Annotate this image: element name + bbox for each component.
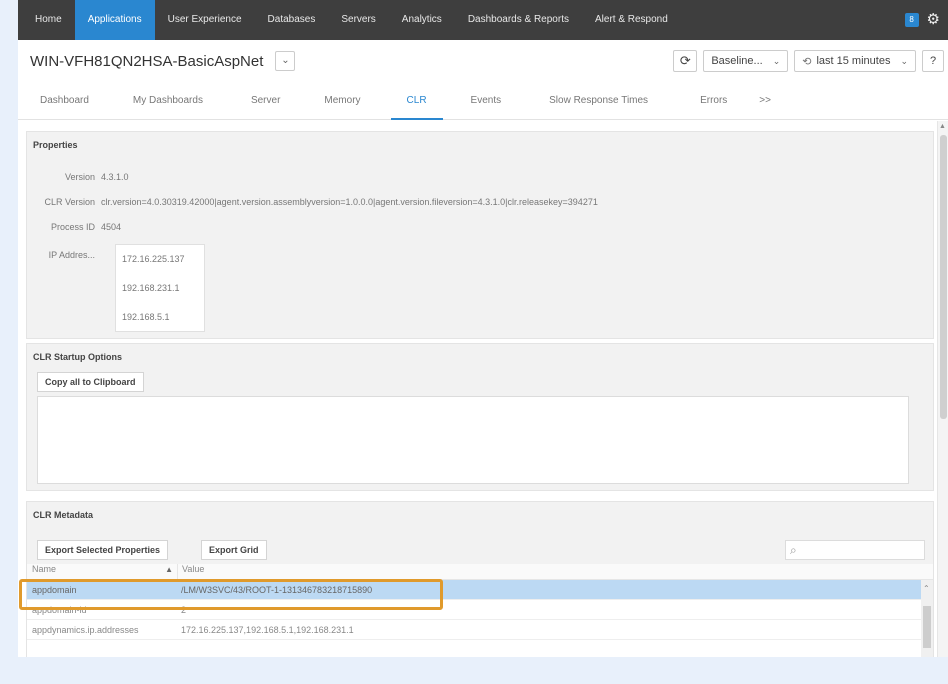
metadata-search-input[interactable]: ⌕ [785, 540, 925, 560]
row-value: 172.16.225.137,192.168.5.1,192.168.231.1 [181, 625, 354, 635]
tab-clr[interactable]: CLR [385, 82, 449, 120]
chevron-down-icon: ⌄ [772, 55, 781, 66]
column-name-label: Name [32, 564, 57, 574]
nav-dashboards-reports[interactable]: Dashboards & Reports [455, 0, 582, 40]
prop-clr-version: CLR Version clr.version=4.0.30319.42000|… [27, 197, 598, 207]
ip-address-list: 172.16.225.137 192.168.231.1 192.168.5.1 [115, 244, 205, 332]
refresh-icon: ⟳ [679, 53, 691, 68]
export-selected-properties-button[interactable]: Export Selected Properties [37, 540, 169, 560]
nav-user-experience[interactable]: User Experience [155, 0, 255, 40]
copy-to-clipboard-button[interactable]: Copy all to Clipboard [37, 372, 144, 392]
chevron-down-icon: ⌄ [281, 55, 290, 66]
sort-ascending-icon: ▲ [165, 565, 173, 574]
time-range-label: last 15 minutes [816, 55, 891, 67]
top-navigation: Home Applications User Experience Databa… [18, 0, 948, 40]
clock-icon: ⟲ [802, 55, 812, 68]
help-button[interactable]: ? [922, 50, 944, 72]
search-icon: ⌕ [790, 543, 797, 557]
grid-scrollbar-thumb[interactable] [923, 606, 931, 648]
prop-process-id: Process ID 4504 [27, 222, 121, 232]
app-name-title: WIN-VFH81QN2HSA-BasicAspNet [30, 52, 264, 70]
page-scrollbar[interactable]: ▲ [937, 121, 948, 657]
notification-badge[interactable]: 8 [904, 13, 919, 27]
ip-address-item: 172.16.225.137 [122, 254, 185, 264]
ip-address-item: 192.168.5.1 [122, 312, 170, 322]
chevron-up-icon[interactable]: ▲ [939, 123, 946, 130]
chevron-down-icon: ⌄ [900, 55, 908, 66]
grid-scrollbar[interactable]: ⌃ [921, 580, 933, 657]
export-grid-button[interactable]: Export Grid [201, 540, 267, 560]
chevron-up-icon[interactable]: ⌃ [923, 584, 930, 593]
app-window: Home Applications User Experience Databa… [18, 0, 948, 657]
clr-version-value: clr.version=4.0.30319.42000|agent.versio… [101, 197, 598, 207]
properties-panel: Properties Version 4.3.1.0 CLR Version c… [26, 131, 934, 339]
nav-databases[interactable]: Databases [255, 0, 329, 40]
process-id-label: Process ID [50, 222, 95, 232]
clr-content: Properties Version 4.3.1.0 CLR Version c… [18, 121, 948, 657]
nav-analytics[interactable]: Analytics [389, 0, 455, 40]
prop-ip-addresses: IP Addres... [27, 250, 101, 260]
page-scrollbar-thumb[interactable] [940, 135, 947, 419]
process-id-value: 4504 [101, 222, 122, 232]
row-name: appdynamics.ip.addresses [32, 625, 139, 635]
version-label: Version [64, 172, 95, 182]
nav-alert-respond[interactable]: Alert & Respond [582, 0, 681, 40]
clr-startup-options-panel: CLR Startup Options Copy all to Clipboar… [26, 343, 934, 491]
startup-options-title: CLR Startup Options [33, 352, 122, 362]
prop-version: Version 4.3.1.0 [27, 172, 129, 182]
column-header-value[interactable]: Value [177, 564, 204, 579]
tab-slow-response-times[interactable]: Slow Response Times [523, 82, 674, 120]
tab-errors[interactable]: Errors [674, 82, 743, 120]
tab-events[interactable]: Events [449, 82, 524, 120]
time-range-dropdown[interactable]: ⟲ last 15 minutes ⌄ [794, 50, 916, 72]
grid-header: Name ▲ Value [27, 564, 933, 580]
clr-version-label: CLR Version [44, 197, 95, 207]
refresh-button[interactable]: ⟳ [673, 50, 698, 72]
tab-dashboard[interactable]: Dashboard [24, 82, 105, 120]
tab-server[interactable]: Server [231, 82, 300, 120]
tab-memory[interactable]: Memory [300, 82, 384, 120]
metadata-grid: Name ▲ Value appdomain /LM/W3SVC/43/ROOT… [27, 564, 933, 657]
nav-servers[interactable]: Servers [328, 0, 388, 40]
table-row[interactable]: appdynamics.ip.addresses 172.16.225.137,… [27, 620, 933, 640]
tab-more[interactable]: >> [743, 82, 787, 120]
selected-row-highlight-box [19, 579, 443, 610]
metadata-title: CLR Metadata [33, 510, 94, 520]
tab-my-dashboards[interactable]: My Dashboards [105, 82, 231, 120]
baseline-label: Baseline... [711, 55, 763, 67]
nav-home[interactable]: Home [22, 0, 75, 40]
ip-addresses-label: IP Addres... [48, 250, 95, 260]
tab-bar: Dashboard My Dashboards Server Memory CL… [18, 82, 948, 120]
gear-icon[interactable]: ⚙ [927, 0, 940, 40]
title-bar-controls: ⟳ Baseline... ⌄ ⟲ last 15 minutes ⌄ ? [673, 50, 948, 72]
app-title-bar: WIN-VFH81QN2HSA-BasicAspNet ⌄ ⟳ Baseline… [18, 40, 948, 82]
nav-applications[interactable]: Applications [74, 0, 155, 40]
startup-options-textarea[interactable] [37, 396, 909, 484]
ip-address-item: 192.168.231.1 [122, 283, 180, 293]
column-header-name[interactable]: Name ▲ [27, 564, 177, 579]
baseline-dropdown[interactable]: Baseline... ⌄ [703, 50, 789, 72]
app-selector-dropdown[interactable]: ⌄ [275, 51, 296, 71]
version-value: 4.3.1.0 [101, 172, 129, 182]
properties-title: Properties [33, 140, 78, 150]
